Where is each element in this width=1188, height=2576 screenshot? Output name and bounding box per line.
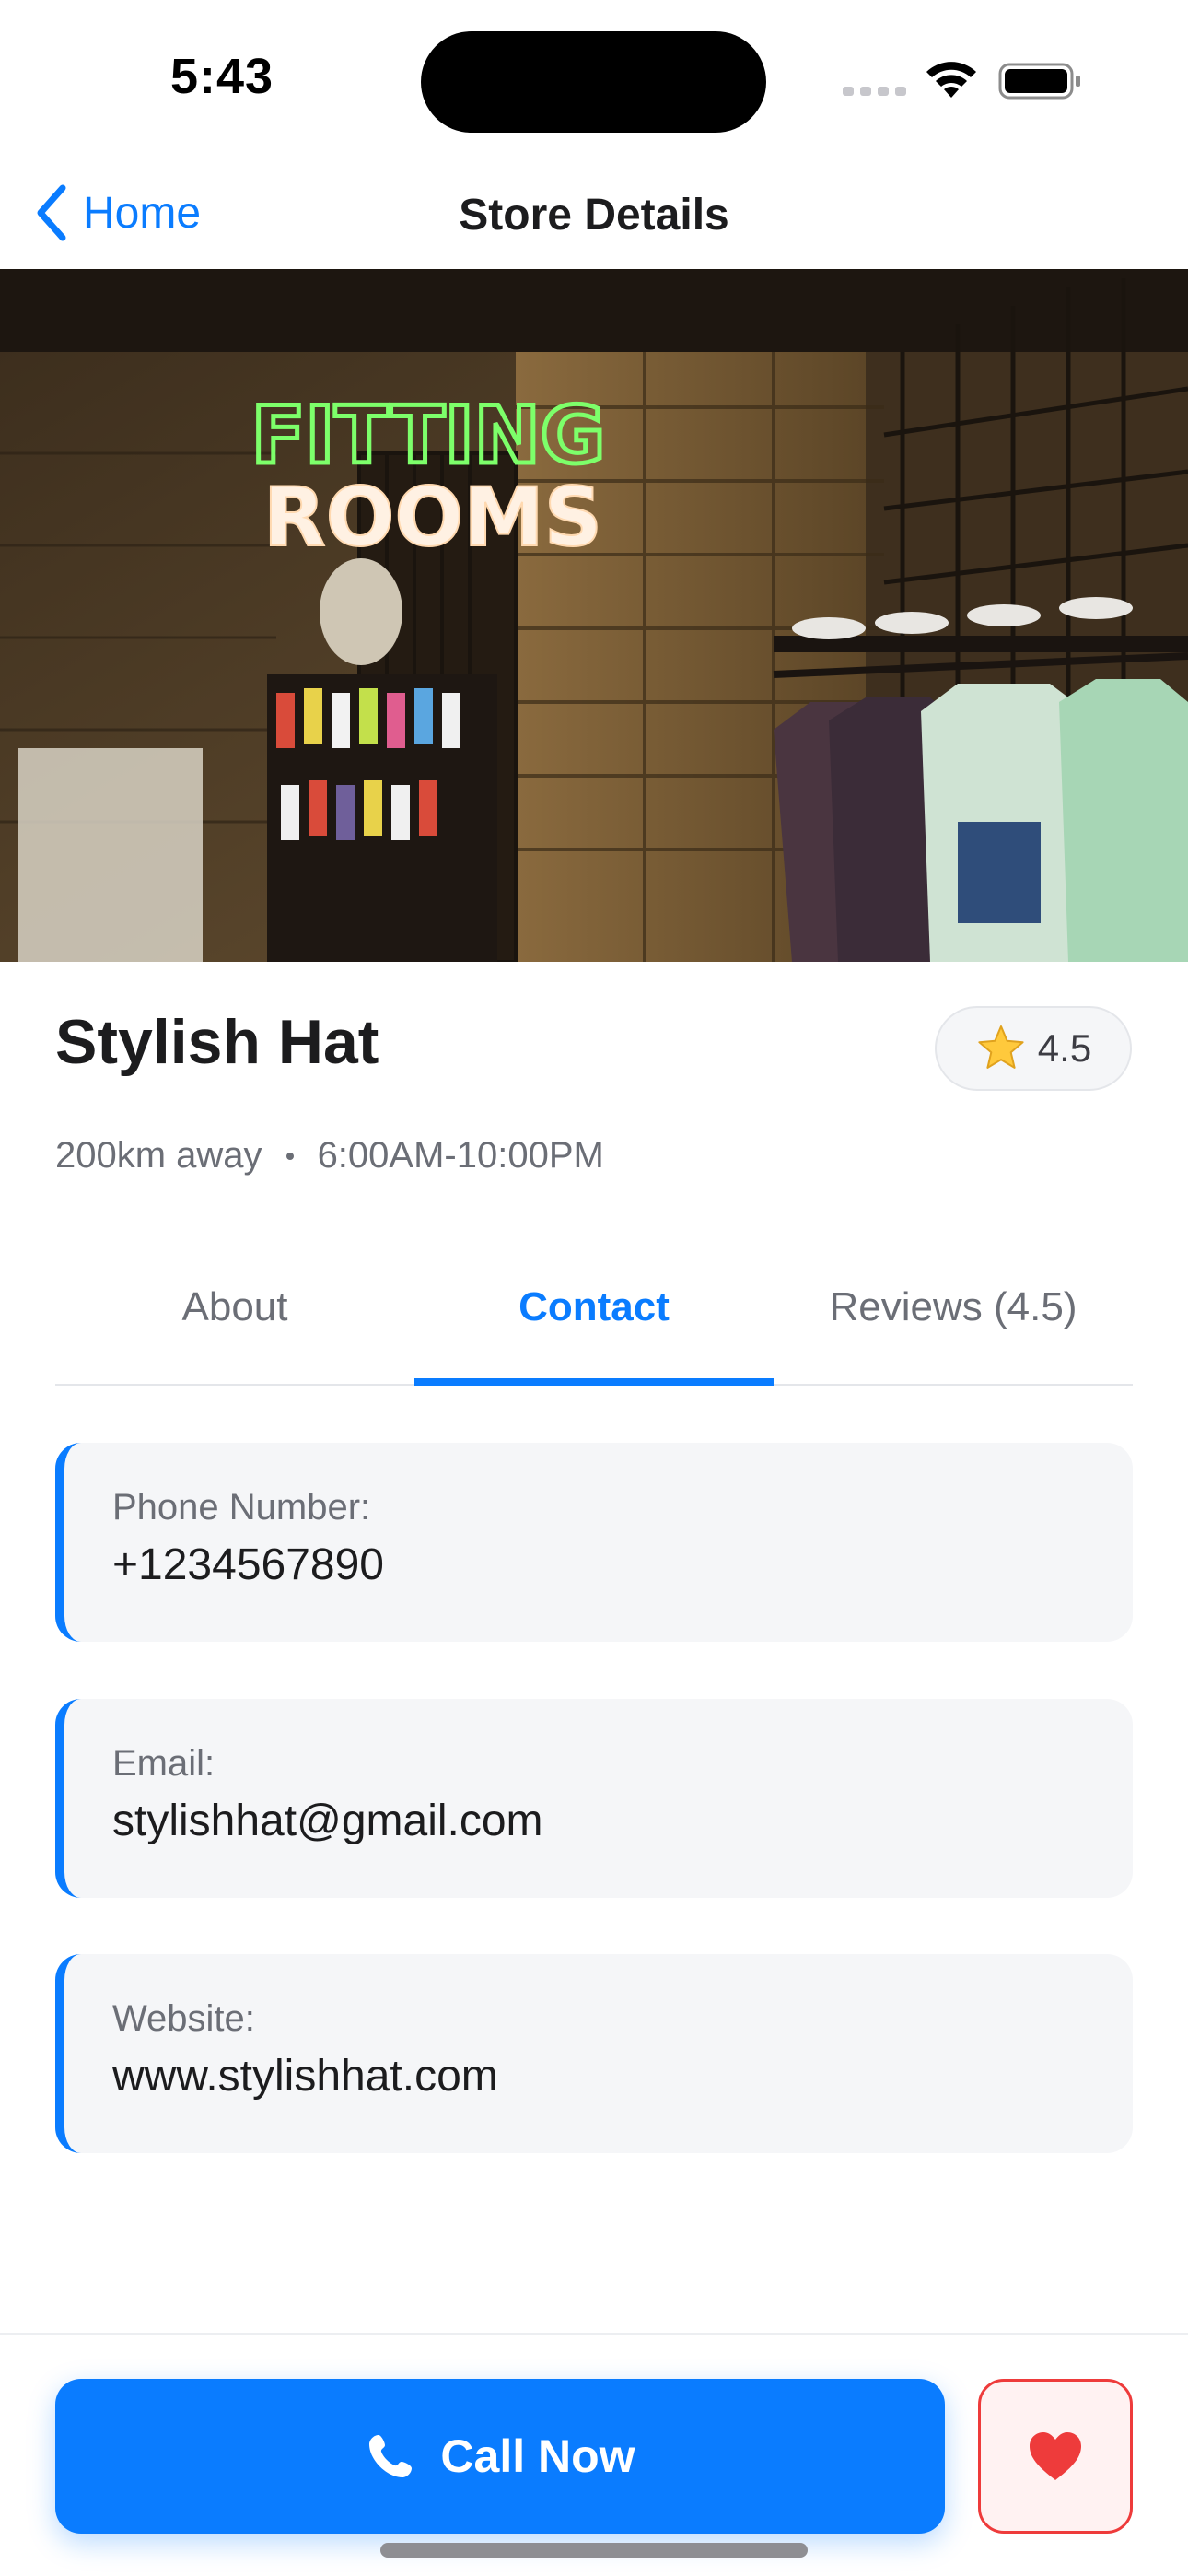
store-distance: 200km away [55,1135,262,1176]
call-now-label: Call Now [440,2430,635,2482]
wifi-icon [926,62,976,98]
email-label: Email: [112,1743,215,1784]
store-hours: 6:00AM-10:00PM [317,1135,604,1176]
page-title: Store Details [459,191,729,240]
website-label: Website: [112,1998,255,2039]
email-value: stylishhat@gmail.com [112,1797,543,1845]
favorite-button[interactable] [978,2379,1133,2534]
neon-sign-line1: FITTING [251,390,606,482]
cellular-signal-icon [843,87,906,96]
heart-icon [1030,2432,1081,2480]
phone-value: +1234567890 [112,1540,384,1589]
status-time: 5:43 [170,49,274,104]
tab-contact[interactable]: Contact [414,1260,774,1386]
website-card[interactable]: Website: www.stylishhat.com [55,1954,1133,2153]
neon-sign-line2: ROOMS [263,470,602,565]
store-meta: 200km away 6:00AM-10:00PM [55,1135,604,1177]
call-now-button[interactable]: Call Now [55,2379,945,2534]
rating-badge: 4.5 [935,1006,1132,1091]
phone-card[interactable]: Phone Number: +1234567890 [55,1443,1133,1642]
bottom-action-bar: Call Now [0,2333,1188,2576]
separator-dot [285,1152,294,1160]
tab-about[interactable]: About [55,1260,414,1384]
star-icon [978,1025,1024,1069]
tab-bar: About Contact Reviews (4.5) [55,1260,1133,1386]
battery-icon [998,63,1080,100]
store-details-screen: 5:43 Home Store Details FITTING ROOMS St… [0,0,1188,2576]
store-photo-illustration: FITTING ROOMS [0,269,1188,962]
dynamic-island [421,31,766,133]
status-bar: 5:43 [0,0,1188,157]
navigation-bar: Home Store Details [0,157,1188,269]
home-indicator [380,2543,808,2558]
phone-label: Phone Number: [112,1487,371,1528]
rating-value: 4.5 [1037,1026,1092,1070]
website-value: www.stylishhat.com [112,2052,498,2101]
store-name: Stylish Hat [55,1007,379,1077]
tab-reviews[interactable]: Reviews (4.5) [774,1260,1133,1384]
store-photo: FITTING ROOMS [0,269,1188,962]
phone-icon [369,2435,413,2477]
email-card[interactable]: Email: stylishhat@gmail.com [55,1699,1133,1898]
